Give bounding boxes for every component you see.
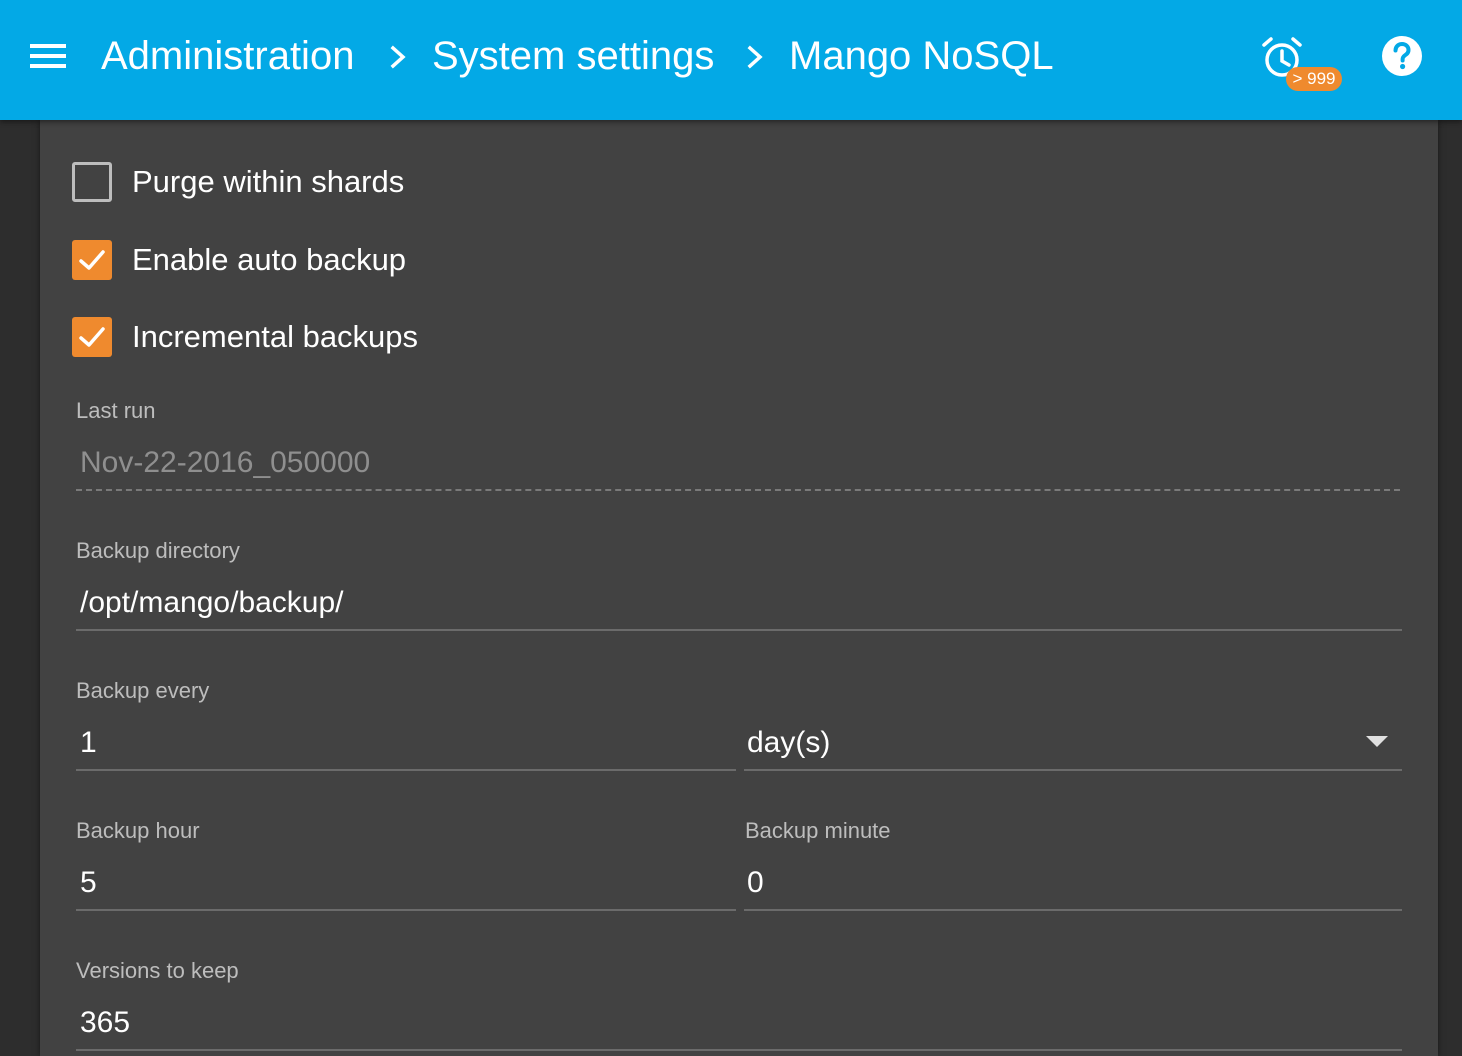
checkbox-checked-icon[interactable] (72, 317, 112, 357)
backup-every-unit-underline (744, 769, 1402, 771)
breadcrumb-system-settings[interactable]: System settings (432, 30, 714, 82)
backup-hour-underline (76, 909, 736, 911)
versions-to-keep-input[interactable]: 365 (80, 1003, 1400, 1043)
backup-every-label: Backup every (76, 678, 210, 703)
backup-every-unit-select[interactable]: day(s) (747, 723, 1397, 763)
backup-minute-underline (744, 909, 1402, 911)
last-run-label: Last run (76, 398, 156, 423)
chevron-down-icon[interactable] (1366, 736, 1388, 747)
page-title: Mango NoSQL (789, 34, 1054, 78)
backup-every-input[interactable]: 1 (80, 723, 730, 763)
backup-directory-label: Backup directory (76, 538, 240, 563)
checkmark-icon (79, 250, 105, 270)
backup-minute-label: Backup minute (745, 818, 891, 843)
backup-every-underline (76, 769, 736, 771)
chevron-right-icon (747, 45, 763, 69)
checkbox-label: Incremental backups (132, 319, 419, 354)
checkbox-label: Enable auto backup (132, 242, 407, 277)
backup-hour-label: Backup hour (76, 818, 200, 843)
last-run-field: Nov-22-2016_050000 (80, 446, 371, 479)
checkbox-unchecked-icon[interactable] (72, 162, 112, 202)
checkbox-checked-icon[interactable] (72, 240, 112, 280)
breadcrumb-administration[interactable]: Administration (101, 30, 354, 82)
backup-directory-input[interactable]: /opt/mango/backup/ (80, 583, 1400, 623)
help-circle-icon[interactable] (1380, 34, 1424, 78)
settings-panel: Purge within shards Enable auto backup I… (40, 120, 1438, 1056)
checkbox-label: Purge within shards (132, 164, 405, 199)
alarm-count-badge[interactable]: > 999 (1286, 67, 1342, 91)
backup-hour-input[interactable]: 5 (80, 863, 730, 903)
chevron-right-icon (390, 45, 406, 69)
versions-to-keep-label: Versions to keep (76, 958, 239, 983)
checkmark-icon (79, 327, 105, 347)
last-run-underline (76, 489, 1400, 491)
backup-directory-underline (76, 629, 1402, 631)
top-app-bar: Administration System settings Mango NoS… (0, 0, 1462, 120)
versions-to-keep-underline (76, 1049, 1402, 1051)
menu-icon[interactable] (30, 44, 66, 68)
backup-minute-input[interactable]: 0 (747, 863, 1397, 903)
